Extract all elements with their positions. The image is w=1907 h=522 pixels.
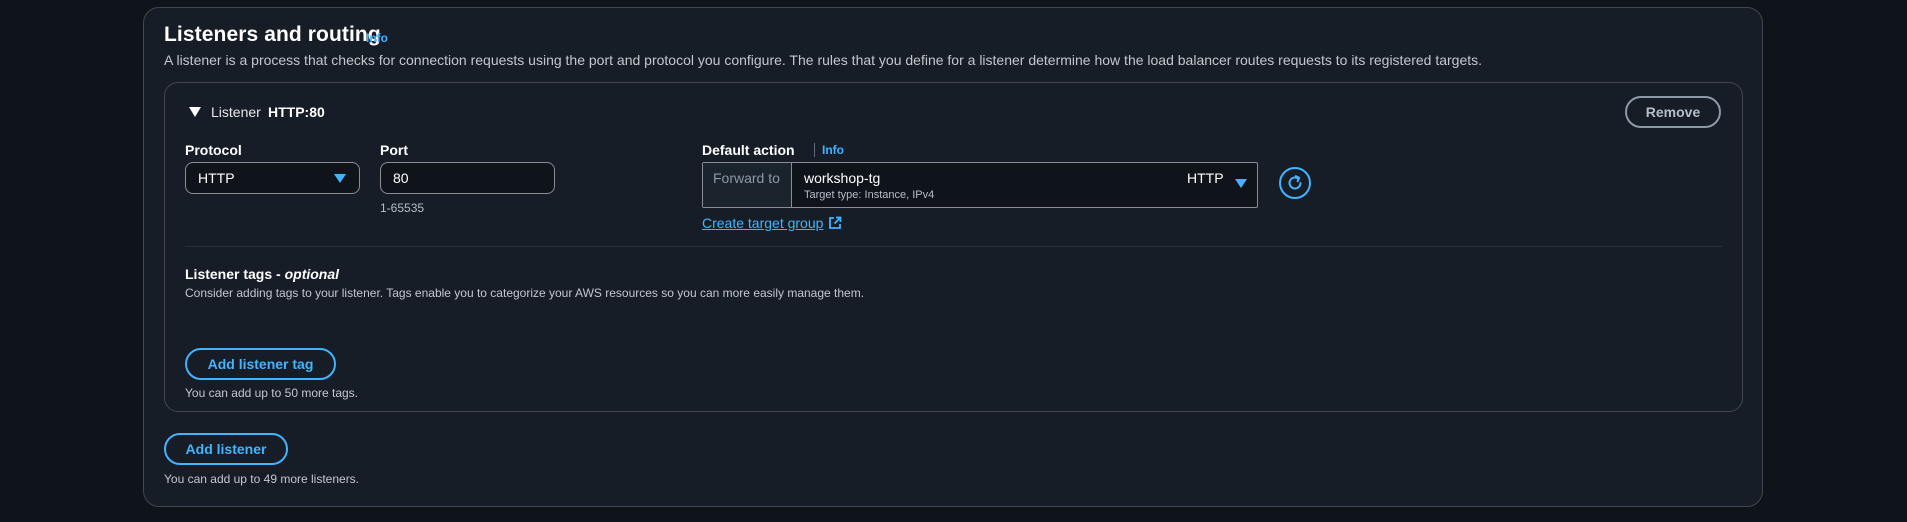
listener-tags-hint: You can add up to 50 more tags. — [185, 386, 359, 400]
protocol-select-value: HTTP — [198, 170, 235, 186]
port-label: Port — [380, 142, 408, 158]
listener-value: HTTP:80 — [268, 104, 325, 120]
remove-listener-button[interactable]: Remove — [1625, 96, 1721, 128]
add-listener-tag-button[interactable]: Add listener tag — [185, 348, 336, 380]
port-hint: 1-65535 — [380, 201, 425, 215]
protocol-label: Protocol — [185, 142, 242, 158]
section-divider — [185, 246, 1722, 247]
default-action-field: Forward to workshop-tg Target type: Inst… — [702, 162, 1258, 208]
listeners-routing-panel: Listeners and routing Info A listener is… — [143, 7, 1763, 507]
target-group-name: workshop-tg — [804, 170, 881, 186]
port-input[interactable]: 80 — [380, 162, 555, 194]
listener-label: Listener — [211, 104, 261, 120]
protocol-select[interactable]: HTTP — [185, 162, 360, 194]
listener-tags-description: Consider adding tags to your listener. T… — [185, 286, 865, 300]
caret-down-icon — [334, 174, 346, 183]
collapse-caret-icon[interactable] — [189, 107, 201, 117]
target-group-protocol: HTTP — [1187, 170, 1224, 186]
create-target-group-label: Create target group — [702, 215, 824, 231]
add-listener-button[interactable]: Add listener — [164, 433, 288, 465]
listener-card: Listener HTTP:80 Remove Protocol HTTP Po… — [164, 82, 1743, 412]
section-description: A listener is a process that checks for … — [164, 52, 1483, 68]
add-listener-hint: You can add up to 49 more listeners. — [164, 472, 360, 486]
external-link-icon — [829, 216, 842, 229]
section-info-link[interactable]: Info — [366, 31, 388, 45]
target-group-detail: Target type: Instance, IPv4 — [804, 189, 935, 201]
listener-tags-title-text: Listener tags - — [185, 266, 285, 282]
caret-down-icon — [1235, 179, 1247, 188]
listener-tags-optional: optional — [284, 266, 340, 282]
listener-tags-title: Listener tags - optional — [185, 266, 339, 282]
default-action-info-link[interactable]: Info — [814, 143, 844, 157]
create-target-group-link[interactable]: Create target group — [702, 215, 842, 231]
forward-to-prefix: Forward to — [703, 163, 792, 207]
refresh-button[interactable] — [1279, 167, 1311, 199]
default-action-label: Default action — [702, 142, 795, 158]
refresh-icon — [1288, 175, 1302, 190]
target-group-select[interactable]: workshop-tg Target type: Instance, IPv4 … — [792, 163, 1257, 207]
section-title: Listeners and routing — [164, 23, 381, 46]
